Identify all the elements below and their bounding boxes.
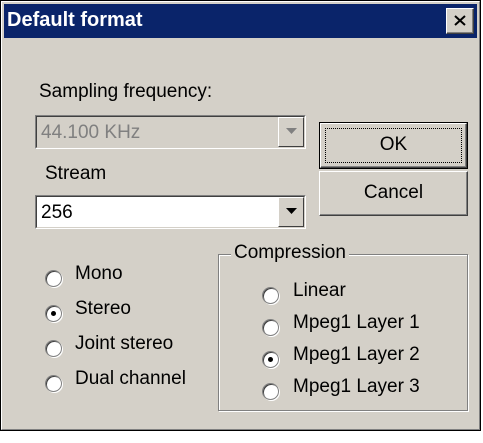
radio-icon	[262, 287, 279, 304]
radio-label: Stereo	[75, 298, 131, 319]
title-bar[interactable]: Default format	[4, 4, 477, 38]
radio-label: Dual channel	[75, 368, 186, 389]
compression-group-title: Compression	[231, 242, 349, 264]
ok-button[interactable]: OK	[319, 122, 468, 169]
radio-label: Joint stereo	[75, 333, 174, 354]
radio-label: Mono	[75, 263, 123, 284]
close-button[interactable]	[446, 8, 474, 34]
radio-label: Mpeg1 Layer 2	[293, 344, 420, 365]
cancel-button-label: Cancel	[363, 182, 424, 203]
radio-label: Mpeg1 Layer 1	[293, 312, 420, 333]
radio-icon	[262, 383, 279, 400]
sampling-dropdown-button[interactable]	[278, 117, 304, 147]
chevron-down-icon	[286, 128, 297, 134]
dialog-window: Default format Sampling frequency: 44.10…	[0, 0, 481, 431]
dialog-title: Default format	[7, 9, 143, 31]
radio-selected-icon	[45, 305, 62, 322]
chevron-down-icon	[286, 208, 297, 214]
radio-icon	[45, 375, 62, 392]
radio-icon	[45, 340, 62, 357]
stream-dropdown-button[interactable]	[278, 197, 304, 227]
close-icon	[454, 15, 466, 26]
stream-value: 256	[41, 202, 73, 223]
sampling-frequency-value: 44.100 KHz	[41, 122, 141, 143]
radio-label: Mpeg1 Layer 3	[293, 376, 420, 397]
sampling-frequency-label: Sampling frequency:	[39, 81, 213, 102]
radio-label: Linear	[293, 280, 346, 301]
radio-icon	[45, 270, 62, 287]
sampling-frequency-combo[interactable]: 44.100 KHz	[35, 115, 306, 149]
radio-selected-icon	[262, 351, 279, 368]
radio-icon	[262, 319, 279, 336]
stream-combo[interactable]: 256	[35, 195, 306, 229]
stream-label: Stream	[45, 163, 107, 184]
cancel-button[interactable]: Cancel	[319, 171, 468, 216]
